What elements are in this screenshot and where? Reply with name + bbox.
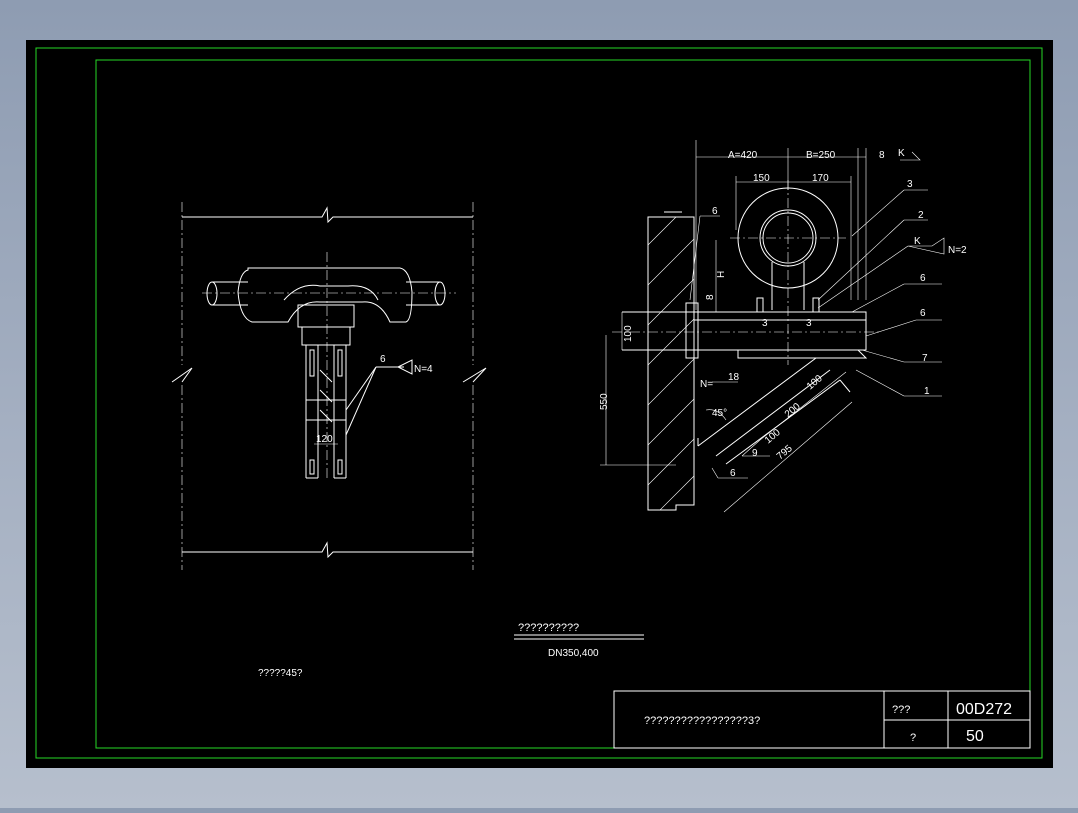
subtitle-spec: DN350,400 bbox=[548, 648, 599, 659]
label-top: ??? bbox=[892, 704, 910, 716]
weld-size: 6 bbox=[380, 354, 386, 365]
weld-6b: 6 bbox=[920, 308, 926, 319]
weld-18: 18 bbox=[728, 372, 740, 383]
drawing-title: ?????????????????3? bbox=[644, 715, 760, 727]
callout-7: 7 bbox=[922, 353, 928, 364]
dim-170: 170 bbox=[812, 173, 829, 184]
callout-2: 2 bbox=[918, 210, 924, 221]
left-view-caption: ?????45? bbox=[258, 668, 303, 679]
weld-6c: 6 bbox=[730, 468, 736, 479]
value-bottom: 50 bbox=[966, 728, 984, 745]
dim-b: B=250 bbox=[806, 150, 836, 161]
weld-n: N= bbox=[700, 379, 713, 390]
callout-6: 6 bbox=[920, 273, 926, 284]
weld-k2: K bbox=[914, 236, 921, 247]
dim-h: H bbox=[716, 271, 727, 278]
dim-8: 8 bbox=[879, 150, 885, 161]
callout-1: 1 bbox=[924, 386, 930, 397]
label-bottom: ? bbox=[910, 732, 916, 744]
dim-3b: 3 bbox=[806, 318, 812, 329]
dim-8v: 8 bbox=[705, 294, 716, 300]
weld-count: N=4 bbox=[414, 364, 433, 375]
weld-k: K bbox=[898, 148, 905, 159]
weld-6a: 6 bbox=[712, 206, 718, 217]
callout-9: 9 bbox=[752, 448, 758, 459]
dim-100: 100 bbox=[623, 325, 634, 342]
cad-viewport[interactable]: 6 N=4 120 ?????45? A=420 B=250 8 150 170… bbox=[0, 0, 1078, 808]
dim-3a: 3 bbox=[762, 318, 768, 329]
value-top: 00D272 bbox=[956, 701, 1012, 718]
weld-n2: N=2 bbox=[948, 245, 967, 256]
angle-label: 45° bbox=[712, 408, 727, 419]
subtitle-title: ?????????? bbox=[518, 622, 579, 634]
dim-a: A=420 bbox=[728, 150, 758, 161]
drawing-sheet: 6 N=4 120 ?????45? A=420 B=250 8 150 170… bbox=[26, 40, 1053, 768]
dim-spacing: 120 bbox=[316, 434, 333, 445]
dim-150: 150 bbox=[753, 173, 770, 184]
dim-550: 550 bbox=[599, 393, 610, 410]
callout-3: 3 bbox=[907, 179, 913, 190]
